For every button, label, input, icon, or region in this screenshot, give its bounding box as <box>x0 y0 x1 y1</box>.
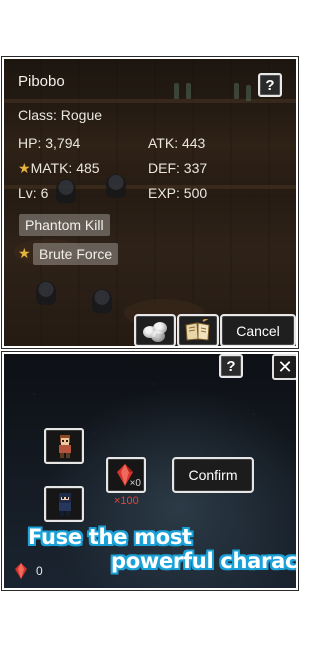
star-icon: ★ <box>18 160 31 176</box>
help-label: ? <box>265 76 275 94</box>
fusion-help-button[interactable]: ? <box>219 354 243 378</box>
pebbles-icon <box>141 320 169 342</box>
ninja-portrait-icon <box>59 493 71 516</box>
fusion-panel: ? ✕ ×0 ×100 Confirm Fuse the most powerf… <box>1 351 299 591</box>
skill-brute-force[interactable]: Brute Force <box>33 243 119 265</box>
fusion-slot-ninja[interactable] <box>44 486 84 522</box>
gem-owned-count: ×0 <box>129 478 141 489</box>
warrior-portrait-icon <box>59 435 71 458</box>
spellbook-item-button[interactable] <box>177 314 219 346</box>
star-icon: ★ <box>18 245 31 261</box>
skill-phantom-kill[interactable]: Phantom Kill <box>19 214 110 236</box>
skill-brute-force-row: ★ <box>18 245 31 262</box>
close-button[interactable]: ✕ <box>272 354 296 380</box>
skill-label: Brute Force <box>39 246 113 262</box>
cancel-label: Cancel <box>236 322 280 339</box>
character-info-panel: Pibobo ? Class: Rogue HP: 3,794 ATK: 443… <box>1 56 299 349</box>
gem-total-icon <box>15 563 27 579</box>
gem-required-count: ×100 <box>114 495 139 507</box>
skill-label: Phantom Kill <box>25 217 104 233</box>
class-stat: Class: Rogue <box>18 107 103 123</box>
confirm-button[interactable]: Confirm <box>172 457 254 493</box>
panel-dim-overlay <box>4 59 296 346</box>
def-stat: DEF: 337 <box>148 160 208 176</box>
atk-stat: ATK: 443 <box>148 135 206 151</box>
close-icon: ✕ <box>277 356 293 377</box>
cancel-button[interactable]: Cancel <box>220 314 296 346</box>
promo-text-line2: powerful character <box>111 549 298 573</box>
exp-stat: EXP: 500 <box>148 185 208 201</box>
matk-stat: MATK: 485 <box>30 160 100 176</box>
help-button[interactable]: ? <box>258 73 282 97</box>
pebbles-item-button[interactable] <box>134 314 176 346</box>
fusion-slot-warrior[interactable] <box>44 428 84 464</box>
help-label: ? <box>226 357 236 375</box>
character-name: Pibobo <box>18 73 65 90</box>
gem-total-count: 0 <box>36 564 43 578</box>
spellbook-icon <box>185 318 210 341</box>
confirm-label: Confirm <box>188 467 238 483</box>
level-stat: Lv: 6 <box>18 185 49 201</box>
promo-text-line1: Fuse the most <box>28 525 192 549</box>
matk-stat-row: ★MATK: 485 <box>18 160 100 177</box>
hp-stat: HP: 3,794 <box>18 135 81 151</box>
gem-slot[interactable]: ×0 <box>106 457 146 493</box>
